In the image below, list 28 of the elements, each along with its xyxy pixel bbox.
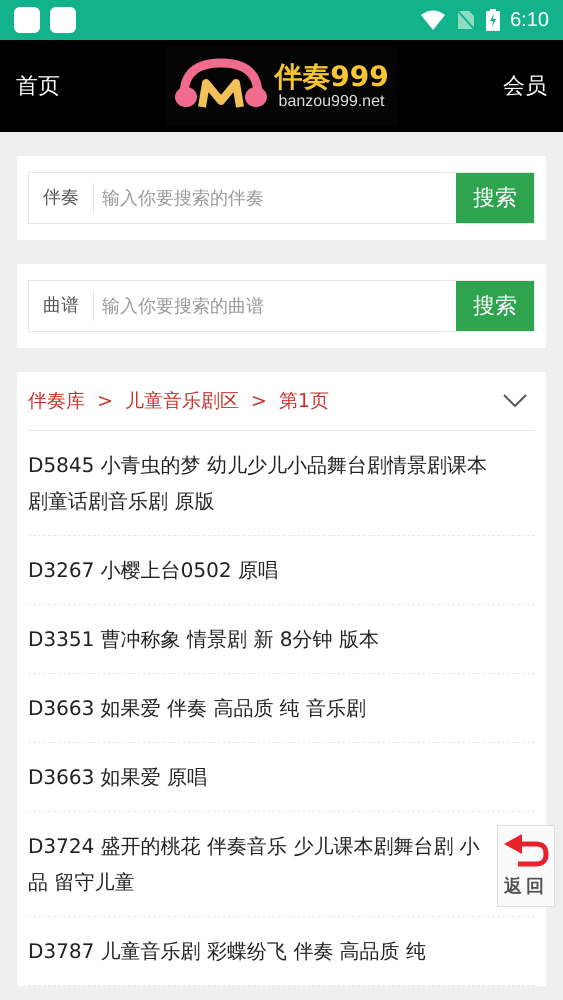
back-button[interactable]: 返回 [497, 825, 555, 907]
song-link[interactable]: D3663 如果爱 伴奏 高品质 纯 音乐剧 [28, 690, 493, 726]
home-link[interactable]: 首页 [16, 71, 60, 101]
song-link[interactable]: D3663 如果爱 原唱 [28, 759, 493, 795]
site-logo[interactable]: 伴奏999 banzou999.net [166, 47, 397, 125]
song-link[interactable]: D3267 小樱上台0502 原唱 [28, 552, 493, 588]
notification-icon [50, 7, 76, 33]
logo-title: 伴奏999 [274, 61, 389, 93]
song-link[interactable]: D5845 小青虫的梦 幼儿少儿小品舞台剧情景剧课本剧童话剧音乐剧 原版 [28, 447, 493, 519]
search-field[interactable]: 曲谱 输入你要搜索的曲谱 搜索 [28, 280, 535, 332]
song-link[interactable]: D3787 儿童音乐剧 彩蝶纷飞 伴奏 高品质 纯 [28, 933, 493, 969]
no-sim-icon [456, 9, 476, 31]
song-link[interactable]: D3351 曹冲称象 情景剧 新 8分钟 版本 [28, 621, 493, 657]
battery-icon [486, 9, 500, 31]
expand-chevron-icon[interactable] [503, 394, 527, 408]
search-field[interactable]: 伴奏 输入你要搜索的伴奏 搜索 [28, 172, 535, 224]
breadcrumb-link[interactable]: 伴奏库 [28, 388, 85, 414]
back-label: 返回 [504, 875, 548, 898]
song-link[interactable]: D3724 盛开的桃花 伴奏音乐 少儿课本剧舞台剧 小品 留守儿童 [28, 828, 493, 900]
wifi-icon [420, 9, 446, 31]
clock: 6:10 [510, 8, 549, 32]
breadcrumb-separator: > [97, 390, 113, 412]
breadcrumb-link[interactable]: 第1页 [278, 388, 329, 414]
logo-domain: banzou999.net [278, 93, 384, 111]
member-link[interactable]: 会员 [502, 71, 547, 101]
breadcrumb-link[interactable]: 儿童音乐剧区 [124, 388, 239, 414]
breadcrumb-separator: > [250, 390, 267, 412]
notification-icon [14, 7, 40, 33]
